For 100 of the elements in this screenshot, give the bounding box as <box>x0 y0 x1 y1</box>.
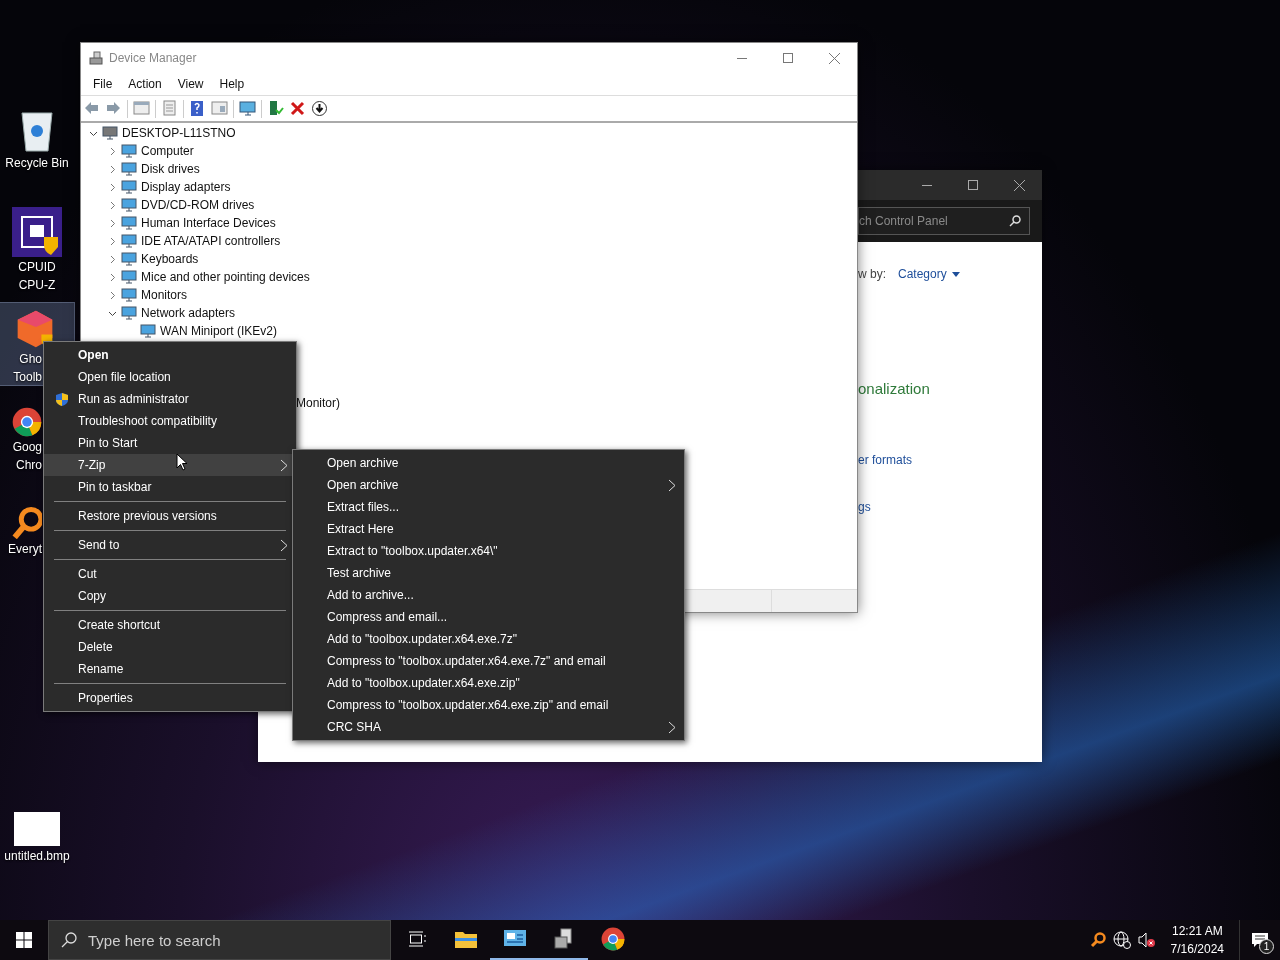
icon-label: Goog <box>11 440 42 455</box>
menu-item[interactable]: Properties <box>44 687 296 709</box>
chevron-right-icon[interactable] <box>108 290 117 300</box>
device-icon <box>121 252 137 266</box>
chevron-right-icon <box>280 458 288 472</box>
chevron-right-icon[interactable] <box>108 236 117 246</box>
icon-label: Chro <box>15 458 42 473</box>
computer-icon <box>102 126 118 140</box>
taskbar-search-field[interactable]: Type here to search <box>48 920 391 960</box>
chevron-right-icon[interactable] <box>108 254 117 264</box>
image-file-icon <box>14 812 60 846</box>
device-icon <box>121 216 137 230</box>
icon-label: Gho <box>18 352 42 367</box>
tree-item-label[interactable]: WAN Miniport (IKEv2) <box>160 324 277 338</box>
speaker-muted-icon[interactable] <box>1137 932 1156 948</box>
chevron-right-icon <box>280 538 288 552</box>
icon-label: CPUID <box>18 260 56 275</box>
category-link[interactable]: gs <box>858 500 871 514</box>
forward-arrow-icon[interactable] <box>105 100 122 117</box>
menu-item[interactable]: Compress to "toolbox.updater.x64.exe.7z" and email <box>293 650 684 672</box>
icon-label: Everyt <box>7 542 42 557</box>
magnifier-icon[interactable] <box>1089 932 1106 948</box>
device-icon <box>121 288 137 302</box>
tree-item-label[interactable]: DESKTOP-L11STNO <box>122 126 236 140</box>
menu-item[interactable]: Extract to "toolbox.updater.x64\" <box>293 540 684 562</box>
magnifier-icon <box>12 507 42 539</box>
menu-item[interactable]: Delete <box>44 636 296 658</box>
menu-bar-item[interactable]: Help <box>211 77 253 91</box>
delete-icon[interactable] <box>289 100 306 117</box>
close-icon <box>828 52 840 64</box>
tree-item-label[interactable]: Monitor) <box>296 396 340 410</box>
tree-item-label[interactable]: Disk drives <box>141 162 200 176</box>
tree-item-label[interactable]: Human Interface Devices <box>141 216 276 230</box>
shield-icon <box>55 392 69 407</box>
menu-bar-item[interactable]: File <box>85 77 121 91</box>
close-icon <box>1013 179 1025 191</box>
mouse-pointer-icon <box>176 453 188 471</box>
search-field[interactable]: ch Control Panel <box>858 207 1030 235</box>
category-heading[interactable]: onalization <box>858 380 930 397</box>
menu-item[interactable]: Test archive <box>293 562 684 584</box>
tree-item-label[interactable]: Display adapters <box>141 180 231 194</box>
device-icon <box>140 324 156 338</box>
chrome-logo-icon[interactable] <box>600 927 625 951</box>
device-icon <box>121 234 137 248</box>
task-view-icon[interactable] <box>407 931 426 947</box>
desktop-icon[interactable]: untitled.bmp <box>0 808 74 908</box>
chevron-right-icon[interactable] <box>108 182 117 192</box>
chevron-right-icon <box>668 720 676 734</box>
view-by-label: w by: <box>858 267 886 281</box>
menu-item[interactable]: Add to "toolbox.updater.x64.exe.zip" <box>293 672 684 694</box>
desktop-icon[interactable]: CPUID CPU-Z <box>0 203 74 303</box>
category-link[interactable]: er formats <box>858 453 912 467</box>
window-title: Device Manager <box>109 51 198 65</box>
tree-item-label[interactable]: Mice and other pointing devices <box>141 270 310 284</box>
chevron-right-icon[interactable] <box>108 146 117 156</box>
folder-icon[interactable] <box>454 930 477 948</box>
help-icon[interactable] <box>189 100 206 117</box>
chevron-right-icon[interactable] <box>108 200 117 210</box>
menu-item[interactable]: Compress to "toolbox.updater.x64.exe.zip" and email <box>293 694 684 716</box>
driver-icon[interactable] <box>267 100 284 117</box>
maximize-icon <box>783 53 793 63</box>
search-icon <box>61 932 77 948</box>
tree-item-label[interactable]: Network adapters <box>141 306 236 320</box>
desktop-icon[interactable]: Recycle Bin <box>0 103 74 203</box>
notification-count: 1 <box>1259 939 1274 954</box>
chevron-right-icon[interactable] <box>108 164 117 174</box>
maximize-icon <box>968 180 978 190</box>
menu-bar-item[interactable]: Action <box>120 77 170 91</box>
menu-item[interactable]: Rename <box>44 658 296 680</box>
tree-item-label[interactable]: DVD/CD-ROM drives <box>141 198 255 212</box>
clock-date[interactable]: 7/16/2024 <box>1170 940 1224 958</box>
tree-item-label[interactable]: Keyboards <box>141 252 199 266</box>
tree-item-label[interactable]: Monitors <box>141 288 187 302</box>
device-icon <box>121 162 137 176</box>
clock-time[interactable]: 12:21 AM <box>1170 922 1224 940</box>
globe-icon[interactable] <box>1112 931 1131 949</box>
menu-item[interactable]: Extract Here <box>293 518 684 540</box>
menu-item[interactable]: Open archive <box>293 452 684 474</box>
menu-item[interactable]: CRC SHA <box>293 716 684 738</box>
control-panel-icon[interactable] <box>503 930 526 948</box>
chevron-right-icon[interactable] <box>108 272 117 282</box>
chevron-right-icon[interactable] <box>108 218 117 228</box>
tree-item-label[interactable]: Computer <box>141 144 194 158</box>
menu-item[interactable]: Extract files... <box>293 496 684 518</box>
chevron-right-icon <box>668 478 676 492</box>
view-by-dropdown[interactable]: Category <box>898 267 960 281</box>
menu-item[interactable]: Create shortcut <box>44 614 296 636</box>
windows-logo-icon <box>16 932 32 948</box>
tree-item-label[interactable]: IDE ATA/ATAPI controllers <box>141 234 281 248</box>
caret-down-icon <box>951 271 960 277</box>
notification-button[interactable]: 1 <box>1239 920 1280 960</box>
monitor-icon[interactable] <box>239 100 256 117</box>
device-icon <box>121 180 137 194</box>
menu-item[interactable]: Add to archive... <box>293 584 684 606</box>
menu-item[interactable]: Add to "toolbox.updater.x64.exe.7z" <box>293 628 684 650</box>
menu-bar-item[interactable]: View <box>169 77 212 91</box>
menu-item[interactable]: Open archive <box>293 474 684 496</box>
menu-item[interactable]: Compress and email... <box>293 606 684 628</box>
device-icon <box>121 198 137 212</box>
download-icon[interactable] <box>311 100 328 117</box>
